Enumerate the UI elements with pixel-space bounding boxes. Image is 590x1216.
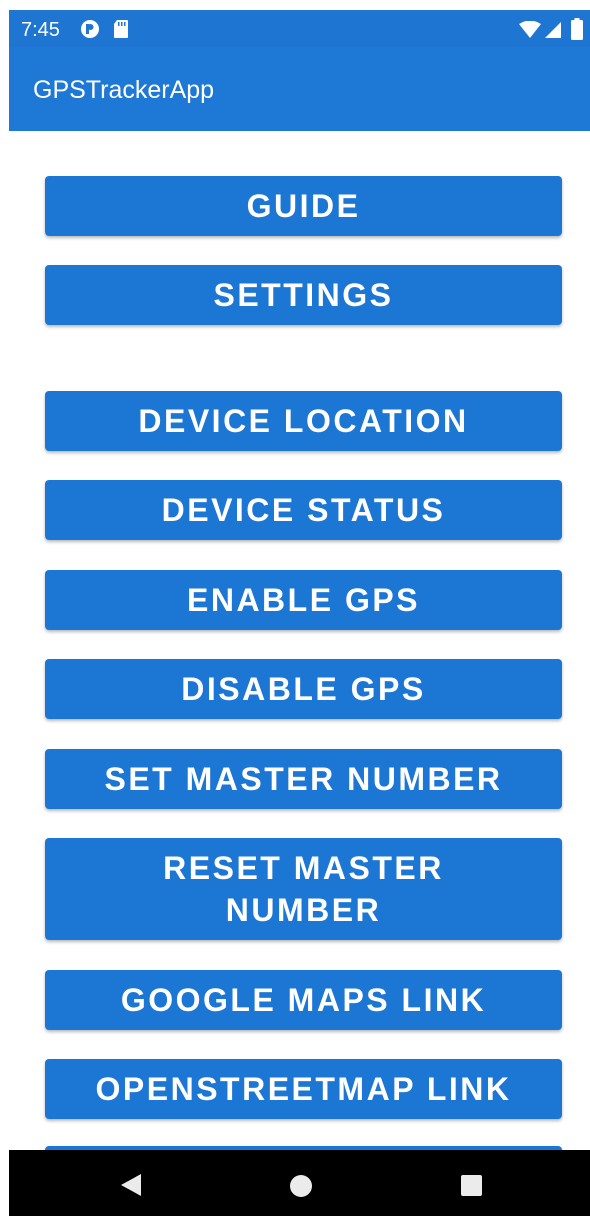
- settings-button[interactable]: SETTINGS: [45, 265, 562, 325]
- device-status-button[interactable]: DEVICE STATUS: [45, 480, 562, 540]
- set-master-number-button[interactable]: SET MASTER NUMBER: [45, 749, 562, 809]
- home-icon[interactable]: [289, 1174, 313, 1203]
- wifi-icon: [519, 20, 541, 44]
- signal-icon: [544, 21, 562, 44]
- device-location-button[interactable]: DEVICE LOCATION: [45, 391, 562, 451]
- enable-gps-button[interactable]: ENABLE GPS: [45, 570, 562, 630]
- app-screen: 7:45 GPSTrackerApp GUIDE SETTINGS DEVICE…: [0, 0, 590, 1216]
- disable-gps-button[interactable]: DISABLE GPS: [45, 659, 562, 719]
- app-title: GPSTrackerApp: [33, 76, 215, 104]
- battery-icon: [571, 18, 583, 45]
- sd-card-icon: [113, 19, 129, 44]
- openstreetmap-link-button[interactable]: OPENSTREETMAP LINK: [45, 1059, 562, 1119]
- app-bar: GPSTrackerApp: [9, 47, 590, 131]
- play-protect-icon: [80, 19, 100, 44]
- guide-button[interactable]: GUIDE: [45, 176, 562, 236]
- back-icon[interactable]: [117, 1172, 143, 1203]
- recents-icon[interactable]: [460, 1174, 483, 1202]
- reset-master-number-button[interactable]: RESET MASTER NUMBER: [45, 838, 562, 940]
- status-time: 7:45: [21, 19, 60, 41]
- google-maps-link-button[interactable]: GOOGLE MAPS LINK: [45, 970, 562, 1030]
- navigation-bar: [9, 1150, 590, 1216]
- status-bar: 7:45: [9, 10, 590, 47]
